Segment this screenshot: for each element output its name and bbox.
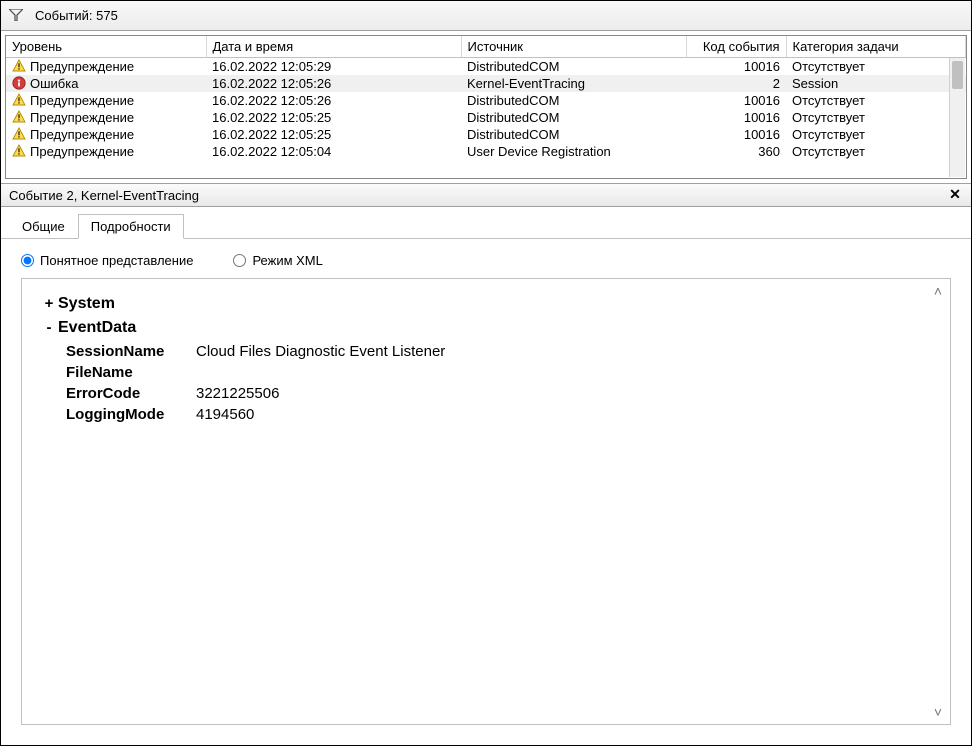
prop-loggingmode-label: LoggingMode bbox=[66, 406, 196, 423]
cell-source: DistributedCOM bbox=[461, 92, 686, 109]
cell-level: Предупреждение bbox=[6, 143, 206, 160]
event-table: Уровень Дата и время Источник Код событи… bbox=[6, 36, 966, 160]
tab-details[interactable]: Подробности bbox=[78, 214, 184, 239]
radio-friendly-input[interactable] bbox=[21, 254, 34, 267]
event-viewer-window: Событий: 575 Уровень Дата и время Источн… bbox=[0, 0, 972, 746]
prop-loggingmode-value: 4194560 bbox=[196, 406, 254, 423]
cell-source: DistributedCOM bbox=[461, 109, 686, 126]
col-taskcat[interactable]: Категория задачи bbox=[786, 36, 966, 58]
prop-sessionname-label: SessionName bbox=[66, 343, 196, 360]
table-row[interactable]: Предупреждение16.02.2022 12:05:25Distrib… bbox=[6, 109, 966, 126]
event-count-label: Событий: 575 bbox=[35, 8, 118, 23]
filter-bar: Событий: 575 bbox=[1, 1, 971, 31]
prop-filename: FileName bbox=[66, 364, 932, 381]
scroll-down-icon[interactable]: ˅ bbox=[930, 704, 946, 720]
cell-taskcat: Session bbox=[786, 75, 966, 92]
detail-view-mode: Понятное представление Режим XML bbox=[1, 239, 971, 278]
scrollbar-thumb[interactable] bbox=[952, 61, 963, 89]
cell-taskcat: Отсутствует bbox=[786, 109, 966, 126]
table-row[interactable]: Предупреждение16.02.2022 12:05:26Distrib… bbox=[6, 92, 966, 109]
detail-scrollbar[interactable]: ˄ ˅ bbox=[930, 283, 946, 720]
prop-errorcode-label: ErrorCode bbox=[66, 385, 196, 402]
detail-body: + System - EventData SessionName Cloud F… bbox=[21, 278, 951, 725]
radio-xml-input[interactable] bbox=[233, 254, 246, 267]
tree-system-label: System bbox=[58, 295, 115, 313]
radio-friendly-label: Понятное представление bbox=[40, 253, 193, 268]
warning-icon bbox=[12, 127, 26, 141]
cell-source: User Device Registration bbox=[461, 143, 686, 160]
detail-header: Событие 2, Kernel-EventTracing ✕ bbox=[1, 183, 971, 207]
event-list-scrollbar[interactable] bbox=[949, 58, 965, 177]
warning-icon bbox=[12, 144, 26, 158]
cell-eventid: 10016 bbox=[686, 109, 786, 126]
cell-level: Ошибка bbox=[6, 75, 206, 92]
col-source[interactable]: Источник bbox=[461, 36, 686, 58]
table-row[interactable]: Предупреждение16.02.2022 12:05:25Distrib… bbox=[6, 126, 966, 143]
warning-icon bbox=[12, 93, 26, 107]
table-row[interactable]: Предупреждение16.02.2022 12:05:04User De… bbox=[6, 143, 966, 160]
cell-taskcat: Отсутствует bbox=[786, 92, 966, 109]
radio-xml-label: Режим XML bbox=[252, 253, 322, 268]
tab-general[interactable]: Общие bbox=[9, 214, 78, 238]
prop-errorcode-value: 3221225506 bbox=[196, 385, 279, 402]
cell-eventid: 10016 bbox=[686, 92, 786, 109]
table-header-row: Уровень Дата и время Источник Код событи… bbox=[6, 36, 966, 58]
cell-datetime: 16.02.2022 12:05:26 bbox=[206, 92, 461, 109]
col-eventid[interactable]: Код события bbox=[686, 36, 786, 58]
cell-taskcat: Отсутствует bbox=[786, 58, 966, 76]
cell-source: Kernel-EventTracing bbox=[461, 75, 686, 92]
cell-eventid: 10016 bbox=[686, 126, 786, 143]
warning-icon bbox=[12, 59, 26, 73]
cell-level: Предупреждение bbox=[6, 109, 206, 126]
prop-errorcode: ErrorCode 3221225506 bbox=[66, 385, 932, 402]
cell-datetime: 16.02.2022 12:05:04 bbox=[206, 143, 461, 160]
cell-level: Предупреждение bbox=[6, 92, 206, 109]
col-datetime[interactable]: Дата и время bbox=[206, 36, 461, 58]
event-list: Уровень Дата и время Источник Код событи… bbox=[5, 35, 967, 179]
prop-sessionname-value: Cloud Files Diagnostic Event Listener bbox=[196, 343, 445, 360]
detail-body-wrap: + System - EventData SessionName Cloud F… bbox=[1, 278, 971, 745]
error-icon bbox=[12, 76, 26, 90]
cell-datetime: 16.02.2022 12:05:26 bbox=[206, 75, 461, 92]
cell-taskcat: Отсутствует bbox=[786, 126, 966, 143]
tree-collapse-icon[interactable]: - bbox=[40, 320, 58, 335]
scroll-up-icon[interactable]: ˄ bbox=[930, 283, 946, 299]
warning-icon bbox=[12, 110, 26, 124]
cell-eventid: 2 bbox=[686, 75, 786, 92]
cell-datetime: 16.02.2022 12:05:25 bbox=[206, 126, 461, 143]
cell-datetime: 16.02.2022 12:05:25 bbox=[206, 109, 461, 126]
cell-taskcat: Отсутствует bbox=[786, 143, 966, 160]
radio-friendly-view[interactable]: Понятное представление bbox=[21, 253, 193, 268]
prop-loggingmode: LoggingMode 4194560 bbox=[66, 406, 932, 423]
detail-tabs: Общие Подробности bbox=[1, 207, 971, 239]
cell-level: Предупреждение bbox=[6, 58, 206, 76]
prop-sessionname: SessionName Cloud Files Diagnostic Event… bbox=[66, 343, 932, 360]
cell-level: Предупреждение bbox=[6, 126, 206, 143]
tree-eventdata-label: EventData bbox=[58, 319, 136, 337]
cell-eventid: 10016 bbox=[686, 58, 786, 76]
close-detail-button[interactable]: ✕ bbox=[945, 186, 965, 204]
cell-datetime: 16.02.2022 12:05:29 bbox=[206, 58, 461, 76]
cell-source: DistributedCOM bbox=[461, 58, 686, 76]
col-level[interactable]: Уровень bbox=[6, 36, 206, 58]
filter-icon[interactable] bbox=[9, 8, 23, 24]
detail-title: Событие 2, Kernel-EventTracing bbox=[9, 188, 199, 203]
radio-xml-view[interactable]: Режим XML bbox=[233, 253, 322, 268]
table-row[interactable]: Ошибка16.02.2022 12:05:26Kernel-EventTra… bbox=[6, 75, 966, 92]
table-row[interactable]: Предупреждение16.02.2022 12:05:29Distrib… bbox=[6, 58, 966, 76]
cell-source: DistributedCOM bbox=[461, 126, 686, 143]
cell-eventid: 360 bbox=[686, 143, 786, 160]
tree-eventdata[interactable]: - EventData bbox=[40, 319, 932, 337]
tree-system[interactable]: + System bbox=[40, 295, 932, 313]
tree-expand-icon[interactable]: + bbox=[40, 296, 58, 311]
prop-filename-label: FileName bbox=[66, 364, 196, 381]
